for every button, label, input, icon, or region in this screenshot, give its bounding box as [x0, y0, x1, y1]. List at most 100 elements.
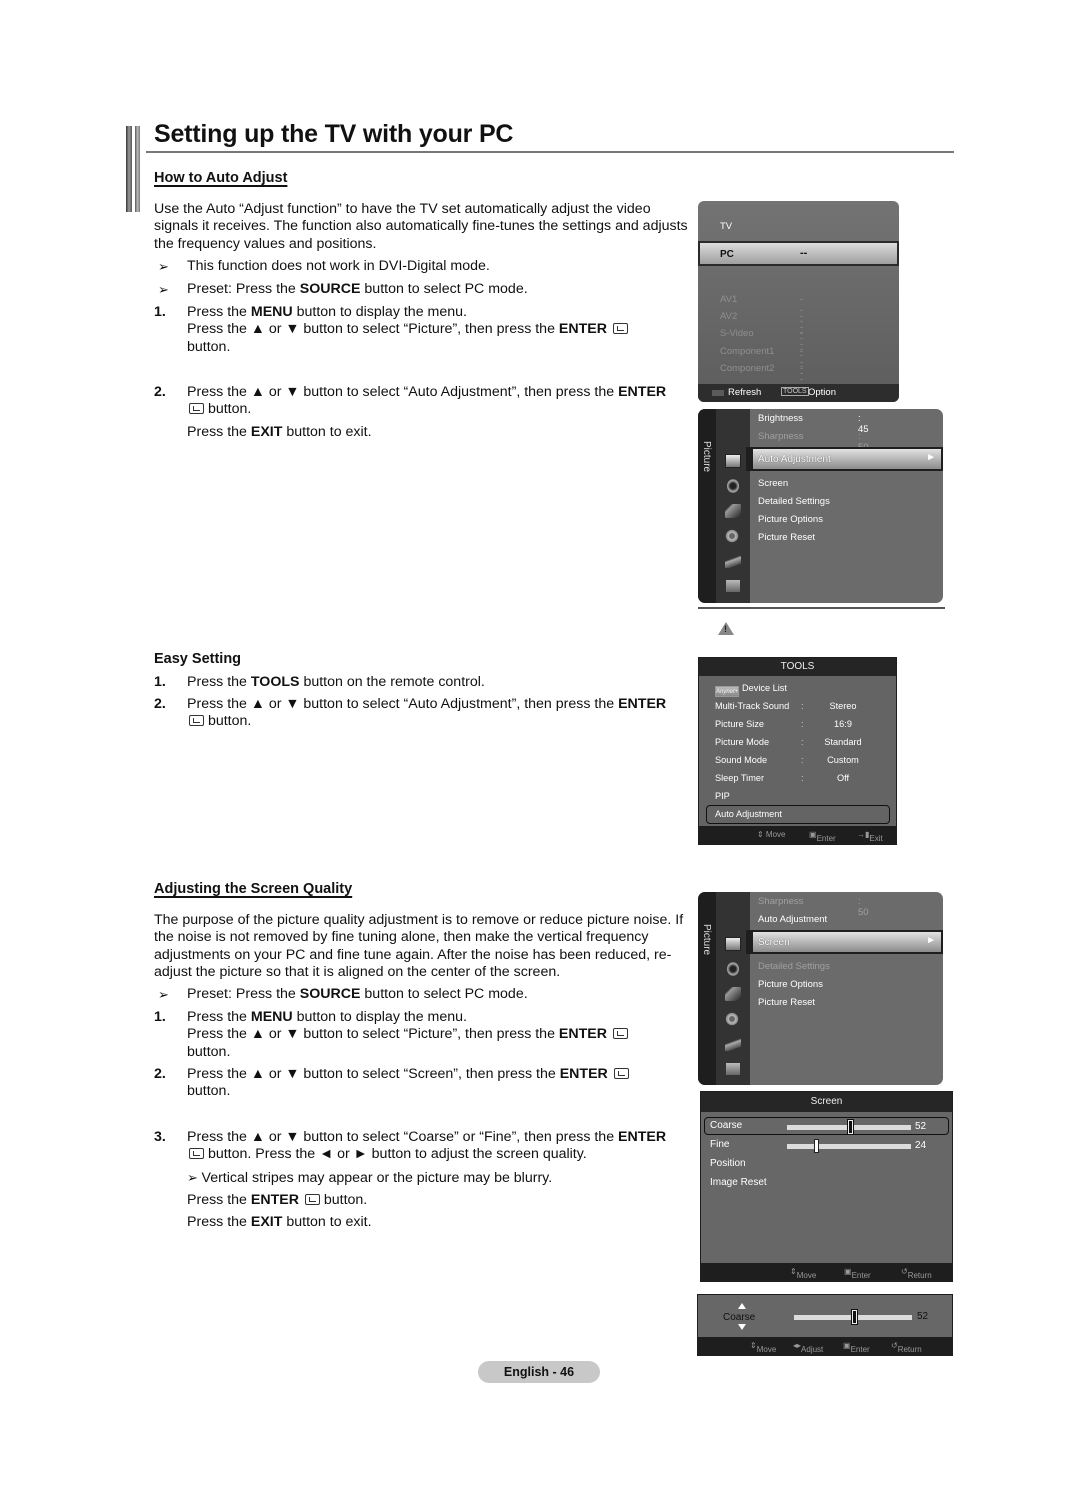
source-item-component2[interactable]: Component2---- [720, 363, 803, 402]
sound-icon[interactable] [727, 479, 739, 493]
enter-hint: ▣ Enter [843, 1341, 870, 1354]
menu-icon-column [716, 409, 750, 603]
note-arrow-icon: ➢ [158, 259, 169, 274]
move-hint: ⇕ Move [757, 830, 786, 839]
setup-icon[interactable] [725, 1012, 739, 1026]
menu-item-auto-adjustment[interactable]: Auto Adjustment [758, 914, 827, 925]
menu-item-sharpness[interactable]: Sharpness: 50 [758, 896, 869, 918]
move-hint: ⇕ Move [750, 1341, 777, 1354]
divider [698, 607, 945, 609]
return-hint: ↺ Return [901, 1267, 932, 1280]
warning-icon [718, 622, 734, 635]
menu-item-sharpness[interactable]: Sharpness: 50 [758, 431, 869, 453]
coarse-adjust-value: 52 [917, 1311, 929, 1322]
menu-item-picture-reset[interactable]: Picture Reset [758, 532, 815, 543]
application-icon[interactable] [725, 1062, 741, 1076]
coarse-adjust-osd: Coarse 52 ⇕ Move ◂▸ Adjust ▣ Enter ↺ Retu… [697, 1294, 953, 1356]
source-item-component1[interactable]: Component1---- [720, 346, 803, 390]
sound-icon[interactable] [727, 962, 739, 976]
coarse-label: Coarse [723, 1312, 756, 1323]
menu-item-detailed-settings[interactable]: Detailed Settings [758, 961, 830, 972]
note-arrow-icon: ➢ [158, 282, 169, 297]
picture-menu-osd: Picture Brightness: 45 Sharpness: 50 Aut… [698, 409, 943, 603]
coarse-value: 52 [915, 1121, 927, 1132]
note-arrow-icon: ➢ [187, 1169, 202, 1185]
tools-item-picture-mode[interactable]: Picture Mode: Standard [715, 737, 862, 747]
enter-icon [189, 715, 204, 727]
picture-icon[interactable] [725, 454, 741, 468]
tools-item-auto-adjustment[interactable]: Auto Adjustment [706, 805, 890, 824]
menu-item-screen[interactable]: Screen ► [751, 930, 943, 954]
tools-item-multi-track-sound[interactable]: Multi-Track Sound: Stereo [715, 701, 857, 711]
enter-icon [612, 323, 628, 335]
source-list-footer: Refresh TOOLS Option [698, 384, 899, 402]
option-hint: Option [808, 387, 836, 398]
tools-item-picture-size[interactable]: Picture Size:16:9 [715, 719, 852, 729]
page-number-badge: English - 46 [478, 1361, 600, 1383]
coarse-slider-thumb[interactable] [848, 1120, 854, 1134]
arrow-right-icon: ► [926, 452, 936, 463]
menu-item-picture-options[interactable]: Picture Options [758, 979, 823, 990]
source-item-av1[interactable]: AV1 ---- [720, 294, 803, 338]
screen-item-fine[interactable]: Fine [710, 1139, 729, 1150]
source-item-av2[interactable]: AV2 ---- [720, 311, 803, 355]
source-item-s-video[interactable]: S-Video ---- [720, 328, 803, 372]
fine-value: 24 [915, 1140, 927, 1151]
channel-icon[interactable] [725, 987, 741, 1001]
title-decoration-bars [126, 126, 146, 212]
menu-icon-column [716, 892, 750, 1085]
tools-item-pip[interactable]: PIP [715, 791, 730, 801]
tools-title: TOOLS [699, 658, 896, 676]
fine-slider-thumb[interactable] [813, 1139, 819, 1153]
section-heading-easy-setting: Easy Setting [154, 651, 242, 667]
picture-menu-osd-2: Picture Sharpness: 50 Auto Adjustment Sc… [698, 892, 943, 1085]
menu-item-brightness[interactable]: Brightness: 45 [758, 413, 869, 435]
application-icon[interactable] [725, 579, 741, 593]
tools-item-sound-mode[interactable]: Sound Mode: Custom [715, 755, 859, 765]
menu-item-auto-adjustment[interactable]: Auto Adjustment ► [751, 447, 943, 471]
exit-hint: →▮ Exit [857, 830, 883, 843]
input-icon[interactable] [725, 1037, 741, 1051]
move-hint: ⇕ Move [790, 1267, 817, 1280]
fine-slider[interactable] [787, 1139, 911, 1153]
return-hint: ↺ Return [891, 1341, 922, 1354]
screen-title: Screen [701, 1092, 952, 1112]
enter-icon [304, 1193, 320, 1205]
menu-item-screen[interactable]: Screen [758, 478, 788, 489]
source-item-tv[interactable]: TV [720, 221, 732, 232]
title-divider [146, 151, 954, 153]
refresh-hint: Refresh [728, 387, 762, 398]
enter-icon [612, 1028, 628, 1040]
tools-menu-osd: TOOLS Anynet+ Device List Multi-Track Sou… [698, 657, 897, 845]
coarse-slider[interactable] [787, 1120, 911, 1134]
enter-hint: ▣ Enter [844, 1267, 871, 1280]
screen-item-image-reset[interactable]: Image Reset [710, 1177, 767, 1188]
channel-icon[interactable] [725, 504, 741, 518]
enter-hint: ▣ Enter [809, 830, 836, 843]
picture-icon[interactable] [725, 937, 741, 951]
anynet-logo-icon: Anynet+ [715, 686, 739, 697]
input-icon[interactable] [725, 554, 741, 568]
adjust-hint: ◂▸ Adjust [793, 1341, 824, 1354]
menu-item-picture-reset[interactable]: Picture Reset [758, 997, 815, 1008]
menu-item-detailed-settings[interactable]: Detailed Settings [758, 496, 830, 507]
tools-item-device-list[interactable]: Anynet+ Device List [715, 683, 787, 697]
source-item-pc[interactable]: PC -- [698, 241, 899, 266]
screen-quality-intro: The purpose of the picture quality adjus… [154, 912, 684, 980]
tools-key-icon: TOOLS [781, 387, 809, 396]
red-key-icon [712, 390, 724, 396]
tools-item-sleep-timer[interactable]: Sleep Timer: Off [715, 773, 849, 783]
page-title: Setting up the TV with your PC [154, 120, 514, 148]
setup-icon[interactable] [725, 529, 739, 543]
menu-category-sidebar: Picture [698, 892, 716, 1085]
screen-footer: ⇕ Move ▣ Enter ↺ Return [701, 1263, 952, 1281]
coarse-adjust-thumb[interactable] [852, 1310, 858, 1324]
menu-category-sidebar: Picture [698, 409, 716, 603]
enter-icon [613, 1068, 629, 1079]
tools-footer: ⇕ Move ▣ Enter →▮ Exit [699, 826, 896, 844]
section-heading-auto-adjust: How to Auto Adjust [154, 170, 288, 186]
coarse-adjust-slider[interactable] [794, 1310, 912, 1324]
menu-item-picture-options[interactable]: Picture Options [758, 514, 823, 525]
screen-item-coarse[interactable]: Coarse [710, 1120, 742, 1131]
screen-item-position[interactable]: Position [710, 1158, 746, 1169]
